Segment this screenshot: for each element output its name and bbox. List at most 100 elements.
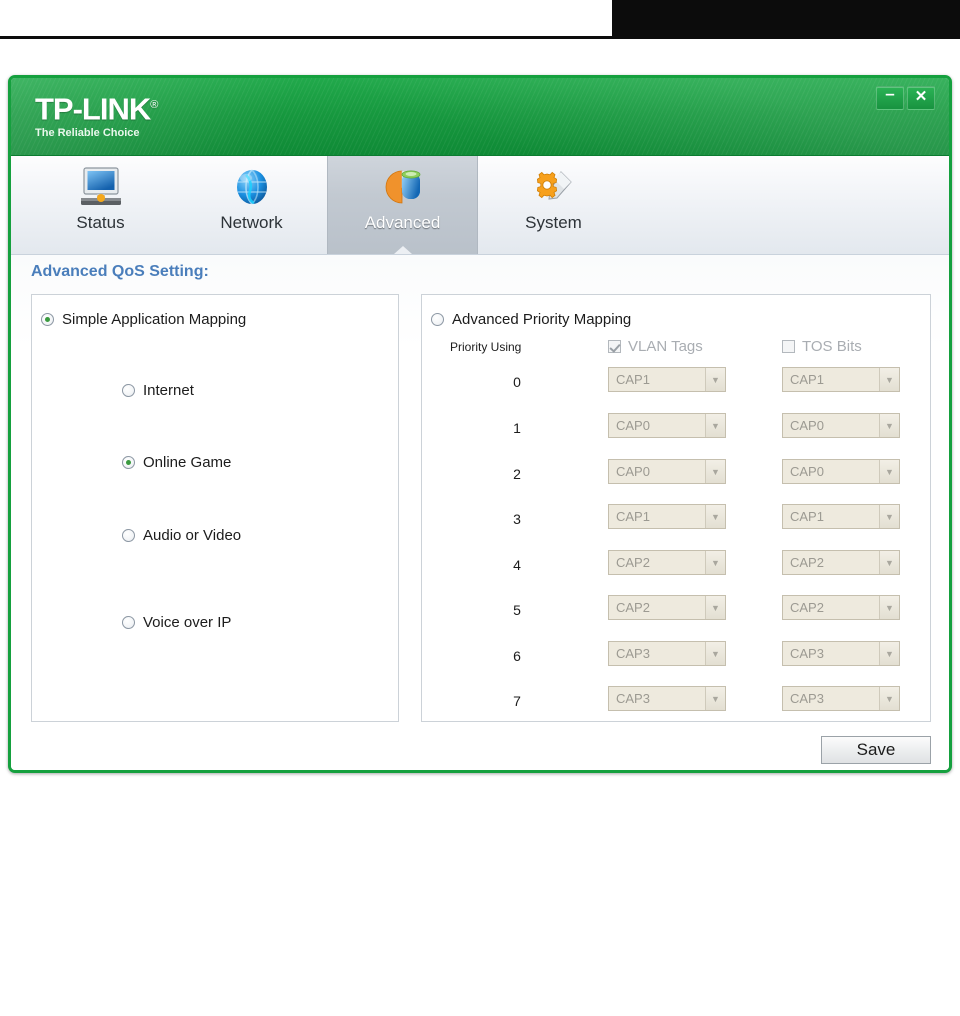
- dropdown-vlan-priority-2[interactable]: CAP0 ▼: [608, 459, 726, 484]
- radio-indicator-voice-over-ip[interactable]: [122, 616, 135, 629]
- radio-indicator-internet[interactable]: [122, 384, 135, 397]
- chevron-down-icon[interactable]: ▼: [879, 368, 899, 391]
- chevron-down-icon[interactable]: ▼: [879, 414, 899, 437]
- radio-label-voice-over-ip: Voice over IP: [143, 614, 232, 631]
- dropdown-vlan-priority-3[interactable]: CAP1 ▼: [608, 504, 726, 529]
- checkbox-tos-bits[interactable]: TOS Bits: [782, 338, 862, 355]
- tab-system-label: System: [525, 213, 582, 232]
- priority-row: 2 CAP0 ▼ CAP0 ▼: [422, 459, 930, 500]
- brand-name-text: TP-LINK: [35, 91, 151, 127]
- tab-advanced-label: Advanced: [364, 213, 441, 232]
- dropdown-vlan-priority-7[interactable]: CAP3 ▼: [608, 686, 726, 711]
- tab-advanced[interactable]: Advanced: [327, 156, 478, 254]
- dropdown-vlan-priority-0[interactable]: CAP1 ▼: [608, 367, 726, 392]
- tab-system[interactable]: System: [478, 156, 629, 254]
- page-title: Advanced QoS Setting:: [31, 263, 209, 280]
- chevron-down-icon[interactable]: ▼: [879, 687, 899, 710]
- priority-number: 1: [513, 420, 521, 436]
- tab-status-label: Status: [76, 213, 125, 232]
- priority-number: 2: [513, 466, 521, 482]
- dropdown-vlan-priority-4[interactable]: CAP2 ▼: [608, 550, 726, 575]
- tp-link-logo: TP-LINK® The Reliable Choice: [35, 88, 158, 140]
- priority-row: 7 CAP3 ▼ CAP3 ▼: [422, 686, 930, 727]
- dropdown-value: CAP2: [616, 600, 650, 615]
- main-navigation-tabs: Status Network Advanced System: [11, 156, 949, 255]
- chevron-down-icon[interactable]: ▼: [879, 460, 899, 483]
- globe-icon: [230, 164, 274, 210]
- checkbox-label-tos-bits: TOS Bits: [802, 338, 862, 355]
- priority-row: 1 CAP0 ▼ CAP0 ▼: [422, 413, 930, 454]
- dropdown-tos-priority-4[interactable]: CAP2 ▼: [782, 550, 900, 575]
- priority-row: 3 CAP1 ▼ CAP1 ▼: [422, 504, 930, 545]
- priority-number: 3: [513, 511, 521, 527]
- radio-indicator-audio-or-video[interactable]: [122, 529, 135, 542]
- radio-label-audio-or-video: Audio or Video: [143, 527, 242, 544]
- priority-row: 6 CAP3 ▼ CAP3 ▼: [422, 641, 930, 682]
- chevron-down-icon[interactable]: ▼: [705, 642, 725, 665]
- close-button[interactable]: ✕: [907, 86, 935, 110]
- tp-link-utility-window: TP-LINK® The Reliable Choice – ✕ Status …: [8, 75, 952, 773]
- advanced-priority-mapping-panel: Advanced Priority Mapping Priority Using…: [421, 294, 931, 722]
- checkbox-indicator-tos-bits[interactable]: [782, 340, 795, 353]
- radio-indicator-online-game[interactable]: [122, 456, 135, 469]
- radio-simple-application-mapping[interactable]: Simple Application Mapping: [41, 311, 246, 328]
- priority-row: 0 CAP1 ▼ CAP1 ▼: [422, 367, 930, 408]
- radio-voice-over-ip[interactable]: Voice over IP: [122, 614, 231, 631]
- chevron-down-icon[interactable]: ▼: [705, 596, 725, 619]
- priority-number: 5: [513, 602, 521, 618]
- dropdown-tos-priority-3[interactable]: CAP1 ▼: [782, 504, 900, 529]
- save-button[interactable]: Save: [821, 736, 931, 764]
- chevron-down-icon[interactable]: ▼: [879, 642, 899, 665]
- dropdown-tos-priority-0[interactable]: CAP1 ▼: [782, 367, 900, 392]
- checkbox-vlan-tags[interactable]: VLAN Tags: [608, 338, 703, 355]
- radio-indicator-advanced-priority-mapping[interactable]: [431, 313, 444, 326]
- dropdown-tos-priority-5[interactable]: CAP2 ▼: [782, 595, 900, 620]
- radio-online-game[interactable]: Online Game: [122, 454, 231, 471]
- dropdown-tos-priority-2[interactable]: CAP0 ▼: [782, 459, 900, 484]
- tab-network[interactable]: Network: [176, 156, 327, 254]
- chevron-down-icon[interactable]: ▼: [705, 460, 725, 483]
- registered-trademark-icon: ®: [150, 99, 159, 111]
- dropdown-value: CAP3: [790, 646, 824, 661]
- radio-advanced-priority-mapping[interactable]: Advanced Priority Mapping: [431, 311, 631, 328]
- content-area: Advanced QoS Setting: Simple Application…: [11, 255, 949, 770]
- chevron-down-icon[interactable]: ▼: [705, 687, 725, 710]
- gear-wrench-icon: [531, 164, 577, 210]
- chevron-down-icon[interactable]: ▼: [879, 505, 899, 528]
- radio-audio-or-video[interactable]: Audio or Video: [122, 527, 241, 544]
- dropdown-value: CAP0: [790, 418, 824, 433]
- dropdown-tos-priority-1[interactable]: CAP0 ▼: [782, 413, 900, 438]
- dropdown-value: CAP3: [790, 691, 824, 706]
- chevron-down-icon[interactable]: ▼: [879, 551, 899, 574]
- simple-application-mapping-panel: Simple Application Mapping Internet Onli…: [31, 294, 399, 722]
- chevron-down-icon[interactable]: ▼: [879, 596, 899, 619]
- priority-using-label: Priority Using: [450, 340, 522, 354]
- chevron-down-icon[interactable]: ▼: [705, 505, 725, 528]
- dropdown-vlan-priority-1[interactable]: CAP0 ▼: [608, 413, 726, 438]
- dropdown-tos-priority-7[interactable]: CAP3 ▼: [782, 686, 900, 711]
- priority-row: 4 CAP2 ▼ CAP2 ▼: [422, 550, 930, 591]
- minimize-button[interactable]: –: [876, 85, 904, 110]
- page-top-black-block: [612, 0, 960, 36]
- dropdown-vlan-priority-5[interactable]: CAP2 ▼: [608, 595, 726, 620]
- radio-internet[interactable]: Internet: [122, 382, 194, 399]
- checkbox-label-vlan-tags: VLAN Tags: [628, 338, 703, 355]
- chevron-down-icon[interactable]: ▼: [705, 368, 725, 391]
- dropdown-value: CAP1: [616, 372, 650, 387]
- radio-indicator-simple-application-mapping[interactable]: [41, 313, 54, 326]
- dropdown-value: CAP3: [616, 691, 650, 706]
- dropdown-vlan-priority-6[interactable]: CAP3 ▼: [608, 641, 726, 666]
- window-titlebar: TP-LINK® The Reliable Choice – ✕: [11, 78, 949, 156]
- dropdown-value: CAP1: [616, 509, 650, 524]
- radio-label-online-game: Online Game: [143, 454, 232, 471]
- chevron-down-icon[interactable]: ▼: [705, 414, 725, 437]
- checkbox-indicator-vlan-tags[interactable]: [608, 340, 621, 353]
- dropdown-value: CAP3: [616, 646, 650, 661]
- brand-tagline: The Reliable Choice: [35, 127, 140, 140]
- dropdown-tos-priority-6[interactable]: CAP3 ▼: [782, 641, 900, 666]
- priority-number: 7: [513, 693, 521, 709]
- tab-status[interactable]: Status: [25, 156, 176, 254]
- radio-label-advanced-priority-mapping: Advanced Priority Mapping: [452, 311, 632, 328]
- radio-label-internet: Internet: [143, 382, 194, 399]
- chevron-down-icon[interactable]: ▼: [705, 551, 725, 574]
